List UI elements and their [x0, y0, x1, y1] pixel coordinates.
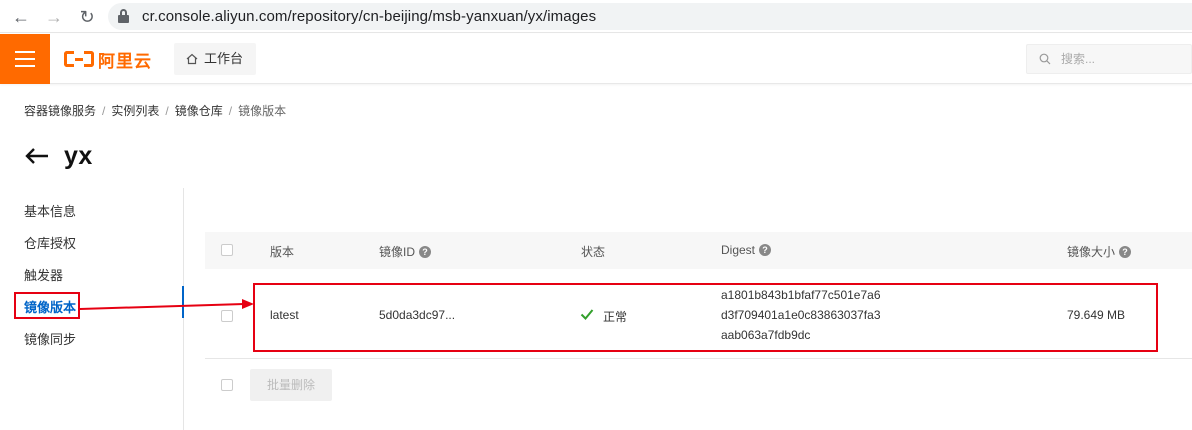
help-icon[interactable]: ? — [759, 244, 772, 256]
breadcrumb-item-repositories[interactable]: 镜像仓库 — [175, 104, 223, 118]
column-header-status: 状态 — [581, 245, 606, 259]
breadcrumb-item-registry[interactable]: 容器镜像服务 — [24, 104, 96, 118]
table-header: 版本 镜像ID? 状态 Digest? 镜像大小? — [205, 232, 1192, 269]
breadcrumb-item-instances[interactable]: 实例列表 — [111, 104, 159, 118]
back-arrow-icon[interactable] — [24, 146, 50, 166]
reload-icon[interactable]: ↻ — [76, 6, 98, 28]
page-title: yx — [64, 141, 93, 170]
browser-toolbar: ← → ↻ cr.console.aliyun.com/repository/c… — [0, 0, 1192, 33]
aliyun-logo-icon — [64, 51, 94, 67]
sidenav-item-triggers[interactable]: 触发器 — [24, 265, 63, 284]
column-header-size: 镜像大小? — [1067, 243, 1132, 260]
annotation-box-row — [253, 283, 1158, 352]
batch-delete-button[interactable]: 批量删除 — [250, 369, 332, 401]
sidenav-item-basic-info[interactable]: 基本信息 — [24, 201, 76, 220]
breadcrumb: 容器镜像服务 / 实例列表 / 镜像仓库 / 镜像版本 — [24, 104, 287, 118]
back-nav-icon[interactable]: ← — [10, 6, 32, 28]
annotation-box-nav — [14, 292, 80, 319]
search-box — [1026, 44, 1192, 74]
help-icon[interactable]: ? — [419, 245, 432, 258]
home-icon — [186, 53, 198, 65]
url-text: cr.console.aliyun.com/repository/cn-beij… — [142, 8, 597, 25]
footer-select-all-checkbox[interactable] — [221, 379, 233, 391]
column-header-digest: Digest? — [721, 243, 772, 257]
breadcrumb-item-image-versions: 镜像版本 — [238, 104, 287, 118]
row-checkbox[interactable] — [221, 310, 233, 322]
column-header-version: 版本 — [270, 245, 295, 259]
search-input[interactable] — [1061, 50, 1181, 68]
lock-icon — [118, 9, 129, 23]
forward-nav-icon[interactable]: → — [43, 6, 65, 28]
help-icon[interactable]: ? — [1119, 245, 1132, 258]
sidenav-item-repo-auth[interactable]: 仓库授权 — [24, 233, 76, 252]
search-icon — [1039, 53, 1051, 65]
hamburger-menu-button[interactable] — [0, 34, 50, 84]
console-header: 阿里云 工作台 — [0, 34, 1192, 84]
sidenav-item-image-sync[interactable]: 镜像同步 — [24, 329, 76, 348]
aliyun-logo[interactable]: 阿里云 — [64, 48, 152, 71]
logo-text: 阿里云 — [98, 51, 152, 71]
page-header: yx — [24, 138, 93, 174]
row-divider — [205, 358, 1192, 359]
select-all-checkbox[interactable] — [221, 244, 233, 256]
workbench-label: 工作台 — [204, 51, 244, 66]
column-header-image-id: 镜像ID? — [379, 243, 432, 260]
workbench-button[interactable]: 工作台 — [174, 43, 256, 75]
address-bar[interactable]: cr.console.aliyun.com/repository/cn-beij… — [108, 3, 1192, 30]
